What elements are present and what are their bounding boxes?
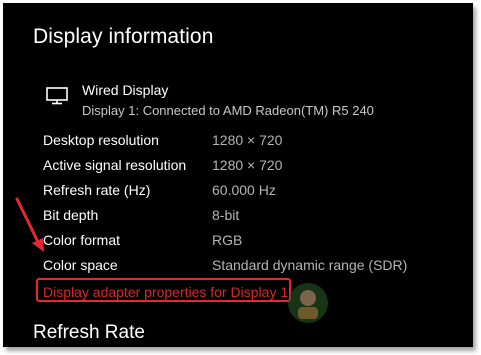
- property-value: 1280 × 720: [212, 157, 283, 173]
- property-label: Color space: [43, 257, 118, 273]
- property-label: Refresh rate (Hz): [43, 182, 151, 198]
- watermark-logo-icon: [288, 283, 328, 323]
- display-connection: Display 1: Connected to AMD Radeon(TM) R…: [82, 103, 374, 118]
- property-value: 60.000 Hz: [212, 182, 276, 198]
- monitor-icon: [46, 87, 68, 105]
- page-title: Display information: [33, 25, 214, 48]
- property-value: RGB: [212, 232, 243, 248]
- settings-panel: Display information Wired Display Displa…: [3, 3, 473, 347]
- refresh-rate-heading: Refresh Rate: [33, 322, 145, 343]
- property-value: 8-bit: [212, 207, 240, 223]
- property-value: Standard dynamic range (SDR): [212, 257, 408, 273]
- property-label: Bit depth: [43, 207, 99, 223]
- display-adapter-properties-link[interactable]: Display adapter properties for Display 1: [43, 284, 288, 300]
- property-label: Color format: [43, 232, 121, 248]
- property-value: 1280 × 720: [212, 132, 283, 148]
- property-label: Active signal resolution: [43, 157, 187, 173]
- display-name: Wired Display: [82, 82, 169, 98]
- property-label: Desktop resolution: [43, 132, 159, 148]
- annotation-arrow-icon: [15, 197, 44, 252]
